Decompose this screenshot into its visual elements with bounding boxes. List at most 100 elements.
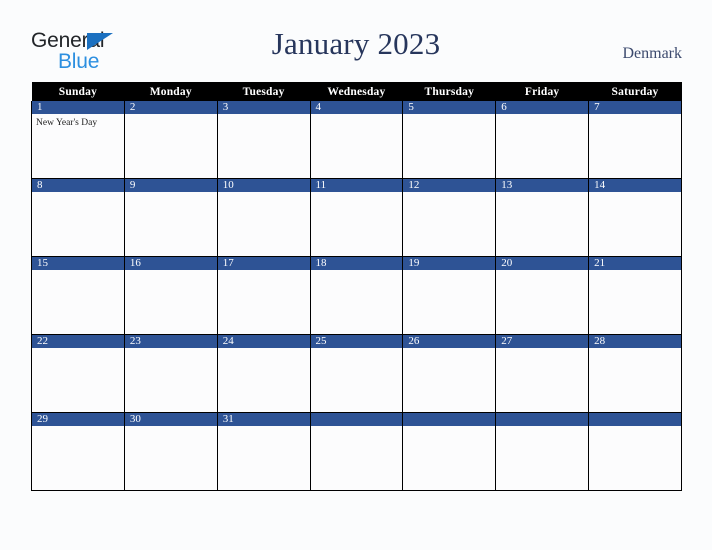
calendar-day-cell[interactable]: 28: [588, 334, 682, 413]
weekday-header-thursday: Thursday: [402, 82, 496, 101]
day-content: [125, 192, 216, 255]
day-number: 20: [496, 257, 588, 270]
calendar-day-cell[interactable]: 29: [31, 412, 125, 491]
weekday-header-wednesday: Wednesday: [310, 82, 403, 101]
calendar-day-cell[interactable]: 18: [309, 256, 404, 335]
calendar-day-cell[interactable]: 16: [123, 256, 218, 335]
day-content: [404, 270, 495, 333]
calendar-day-cell[interactable]: 9: [123, 178, 218, 257]
calendar-day-cell[interactable]: 3: [216, 101, 311, 179]
calendar-day-cell[interactable]: 4: [309, 101, 404, 179]
day-content: [125, 348, 216, 411]
day-number: 15: [32, 257, 124, 270]
calendar-day-cell[interactable]: 23: [123, 334, 218, 413]
calendar-day-cell[interactable]: 30: [123, 412, 218, 491]
day-number: 19: [403, 257, 495, 270]
calendar-day-cell[interactable]: 12: [402, 178, 497, 257]
day-number: 8: [32, 179, 124, 192]
calendar-day-cell[interactable]: 15: [31, 256, 125, 335]
weekday-header-tuesday: Tuesday: [217, 82, 311, 101]
day-number: 7: [589, 101, 681, 114]
day-content: [218, 114, 309, 177]
day-content: [218, 270, 309, 333]
weekday-header-monday: Monday: [124, 82, 218, 101]
day-number: [403, 413, 495, 426]
day-content: [404, 114, 495, 177]
calendar-empty-cell: [495, 412, 590, 491]
day-number: 23: [125, 335, 217, 348]
day-content: [311, 426, 402, 489]
calendar-day-cell[interactable]: 31: [216, 412, 311, 491]
day-number: 16: [125, 257, 217, 270]
month-calendar-grid: Sunday Monday Tuesday Wednesday Thursday…: [31, 82, 682, 491]
day-content: [32, 270, 123, 333]
calendar-day-cell[interactable]: 17: [216, 256, 311, 335]
weekday-header-friday: Friday: [495, 82, 589, 101]
calendar-day-cell[interactable]: 5: [402, 101, 497, 179]
day-number: 17: [218, 257, 310, 270]
calendar-day-cell[interactable]: 24: [216, 334, 311, 413]
calendar-day-cell[interactable]: 26: [402, 334, 497, 413]
day-content: [125, 270, 216, 333]
day-content: [32, 426, 123, 489]
calendar-day-cell[interactable]: 10: [216, 178, 311, 257]
calendar-week-row: 29 30 31: [31, 412, 682, 491]
day-content: [404, 348, 495, 411]
weekday-header-saturday: Saturday: [588, 82, 682, 101]
day-number: [589, 413, 681, 426]
day-number: 29: [32, 413, 124, 426]
day-number: 27: [496, 335, 588, 348]
calendar-day-cell[interactable]: 11: [309, 178, 404, 257]
day-number: 3: [218, 101, 310, 114]
day-content: New Year's Day: [32, 114, 123, 177]
calendar-day-cell[interactable]: 27: [495, 334, 590, 413]
day-content: [32, 192, 123, 255]
day-number: 9: [125, 179, 217, 192]
day-content: [218, 348, 309, 411]
day-content: [404, 426, 495, 489]
calendar-day-cell[interactable]: 13: [495, 178, 590, 257]
weekday-header-row: Sunday Monday Tuesday Wednesday Thursday…: [31, 82, 682, 101]
day-content: [590, 192, 681, 255]
day-number: 21: [589, 257, 681, 270]
day-number: 30: [125, 413, 217, 426]
calendar-body: 1 New Year's Day 2 3 4 5 6 7 8 9 10 11 12 13 14 15 16 17 1…: [31, 101, 682, 491]
day-content: [497, 426, 588, 489]
calendar-day-cell[interactable]: 8: [31, 178, 125, 257]
calendar-day-cell[interactable]: 14: [588, 178, 682, 257]
calendar-week-row: 15 16 17 18 19 20 21: [31, 256, 682, 335]
page-title: January 2023: [271, 26, 441, 61]
day-content: [497, 114, 588, 177]
page-header: General Blue January 2023 Denmark: [0, 0, 712, 82]
calendar-day-cell[interactable]: 22: [31, 334, 125, 413]
calendar-day-cell[interactable]: 25: [309, 334, 404, 413]
day-number: 6: [496, 101, 588, 114]
calendar-day-cell[interactable]: 19: [402, 256, 497, 335]
day-content: [311, 348, 402, 411]
day-content: [218, 426, 309, 489]
day-number: 14: [589, 179, 681, 192]
calendar-day-cell[interactable]: 6: [495, 101, 590, 179]
holiday-event-label: New Year's Day: [36, 118, 98, 128]
day-number: 26: [403, 335, 495, 348]
day-content: [125, 426, 216, 489]
calendar-empty-cell: [309, 412, 404, 491]
calendar-empty-cell: [588, 412, 682, 491]
day-content: [311, 270, 402, 333]
day-content: [404, 192, 495, 255]
calendar-day-cell[interactable]: 2: [123, 101, 218, 179]
day-content: [125, 114, 216, 177]
calendar-day-cell[interactable]: 21: [588, 256, 682, 335]
day-number: [496, 413, 588, 426]
day-content: [590, 348, 681, 411]
day-number: 11: [311, 179, 402, 192]
day-number: 2: [125, 101, 217, 114]
day-number: 4: [311, 101, 402, 114]
calendar-day-cell[interactable]: 7: [588, 101, 682, 179]
calendar-day-cell[interactable]: 1 New Year's Day: [31, 101, 125, 179]
calendar-week-row: 22 23 24 25 26 27 28: [31, 334, 682, 413]
day-number: 18: [311, 257, 402, 270]
day-number: 13: [496, 179, 588, 192]
calendar-day-cell[interactable]: 20: [495, 256, 590, 335]
day-number: 10: [218, 179, 310, 192]
